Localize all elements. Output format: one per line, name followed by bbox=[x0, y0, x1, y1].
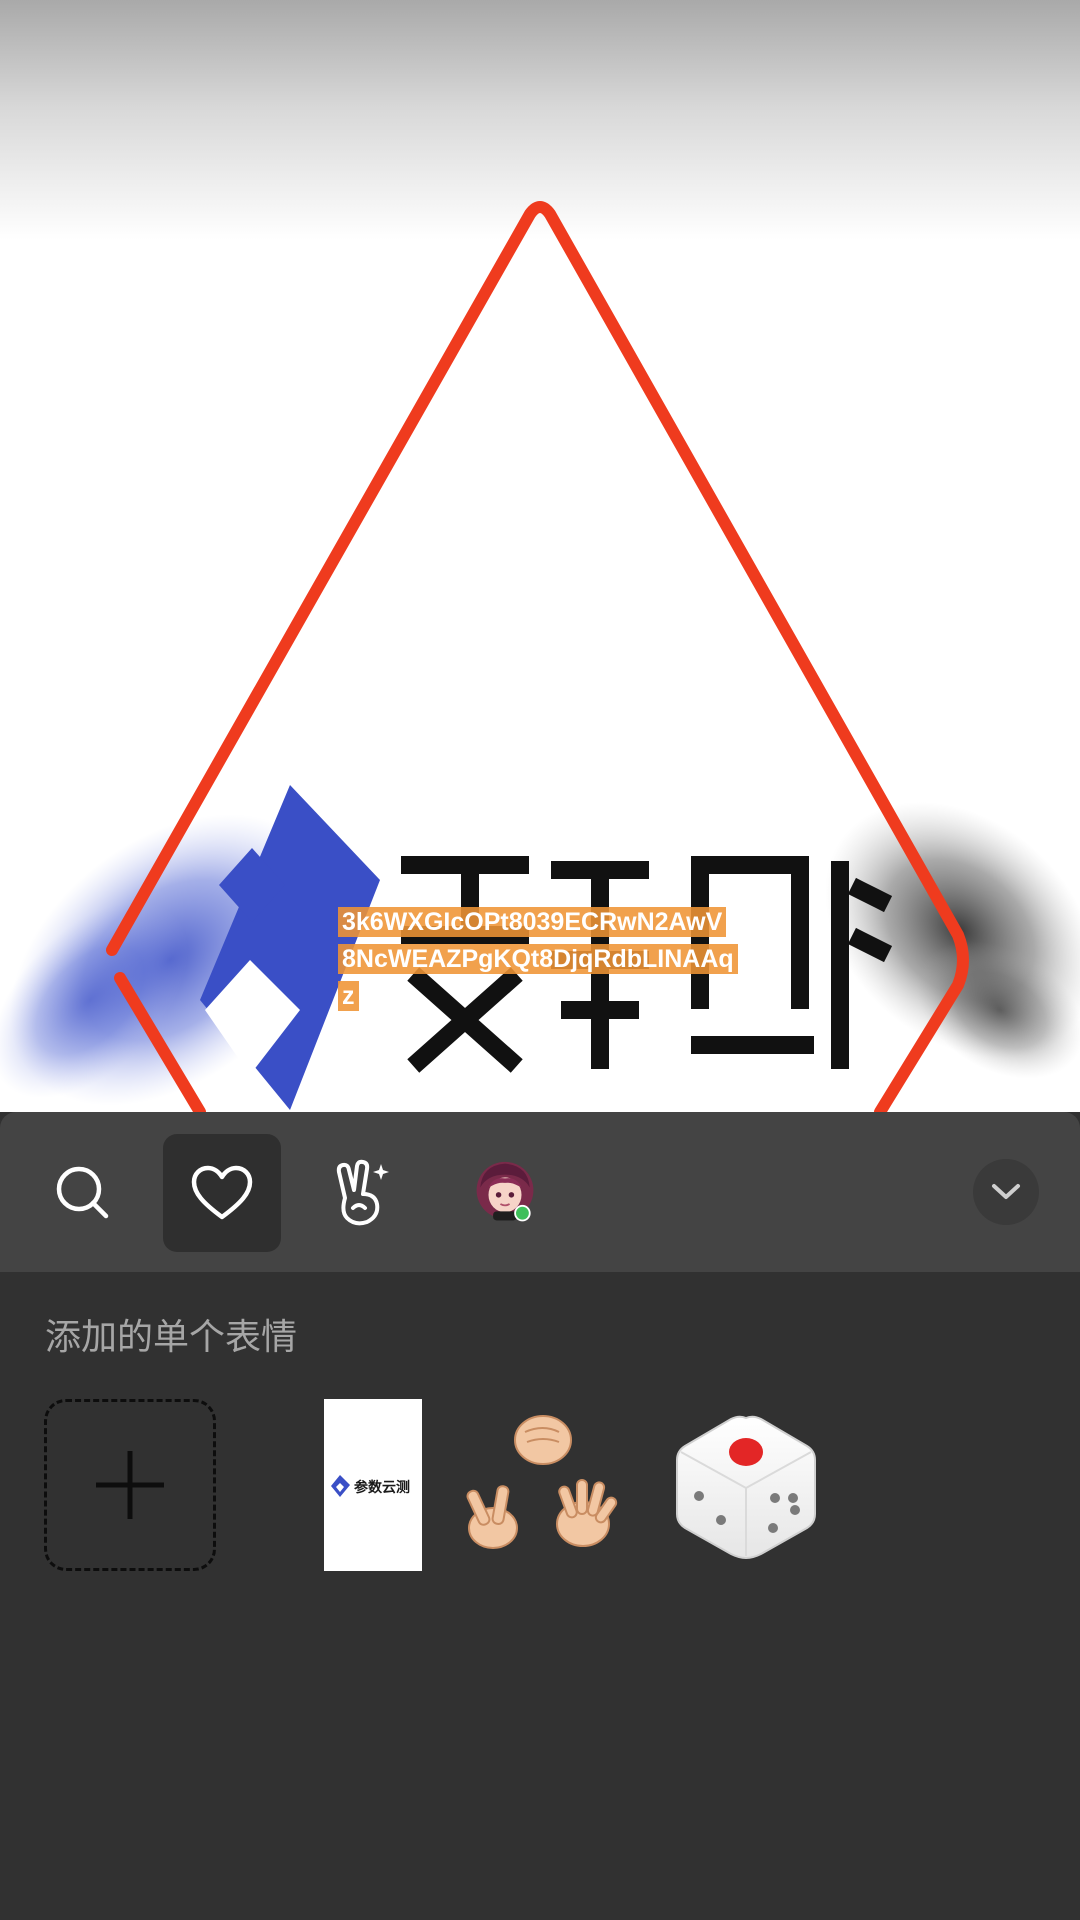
add-plus-icon bbox=[96, 1451, 164, 1519]
hand-gesture-icon bbox=[336, 1159, 389, 1226]
chevron-down-icon bbox=[992, 1184, 1020, 1199]
add-sticker-button[interactable] bbox=[44, 1399, 216, 1571]
collapse-panel-button[interactable] bbox=[973, 1159, 1039, 1225]
heart-icon bbox=[191, 1165, 253, 1220]
sticker-rock-paper-scissors[interactable] bbox=[455, 1399, 627, 1571]
grey-brush-stroke bbox=[825, 801, 1080, 1079]
sticker-logo[interactable]: 参数云测 bbox=[287, 1399, 459, 1571]
image-viewer[interactable]: 3k6WXGIcOPt8039ECRwN2AwV8NcWEAZPgKQt8Djq… bbox=[0, 0, 1080, 1112]
search-icon bbox=[56, 1166, 109, 1219]
dice-sticker bbox=[676, 1415, 816, 1560]
tab-gestures[interactable] bbox=[302, 1134, 420, 1252]
emoji-panel: 添加的单个表情 参数云测 bbox=[0, 1112, 1080, 1920]
rock-paper-scissors-sticker bbox=[466, 1415, 618, 1549]
logo-sticker-mark: 参数云测 bbox=[331, 1475, 410, 1497]
tab-search[interactable] bbox=[24, 1134, 142, 1252]
sticker-dice[interactable] bbox=[660, 1399, 832, 1571]
emoji-tab-bar bbox=[0, 1112, 1080, 1272]
avatar-sticker-icon bbox=[476, 1161, 534, 1222]
tab-favorites[interactable] bbox=[163, 1134, 281, 1252]
tab-character-stickers[interactable] bbox=[446, 1134, 564, 1252]
section-title: 添加的单个表情 bbox=[45, 1317, 298, 1358]
logo-sticker-text: 参数云测 bbox=[354, 1479, 410, 1496]
logo-sticker-card: 参数云测 bbox=[324, 1399, 422, 1571]
image-id-label: 3k6WXGIcOPt8039ECRwN2AwV8NcWEAZPgKQt8Djq… bbox=[338, 904, 738, 1015]
